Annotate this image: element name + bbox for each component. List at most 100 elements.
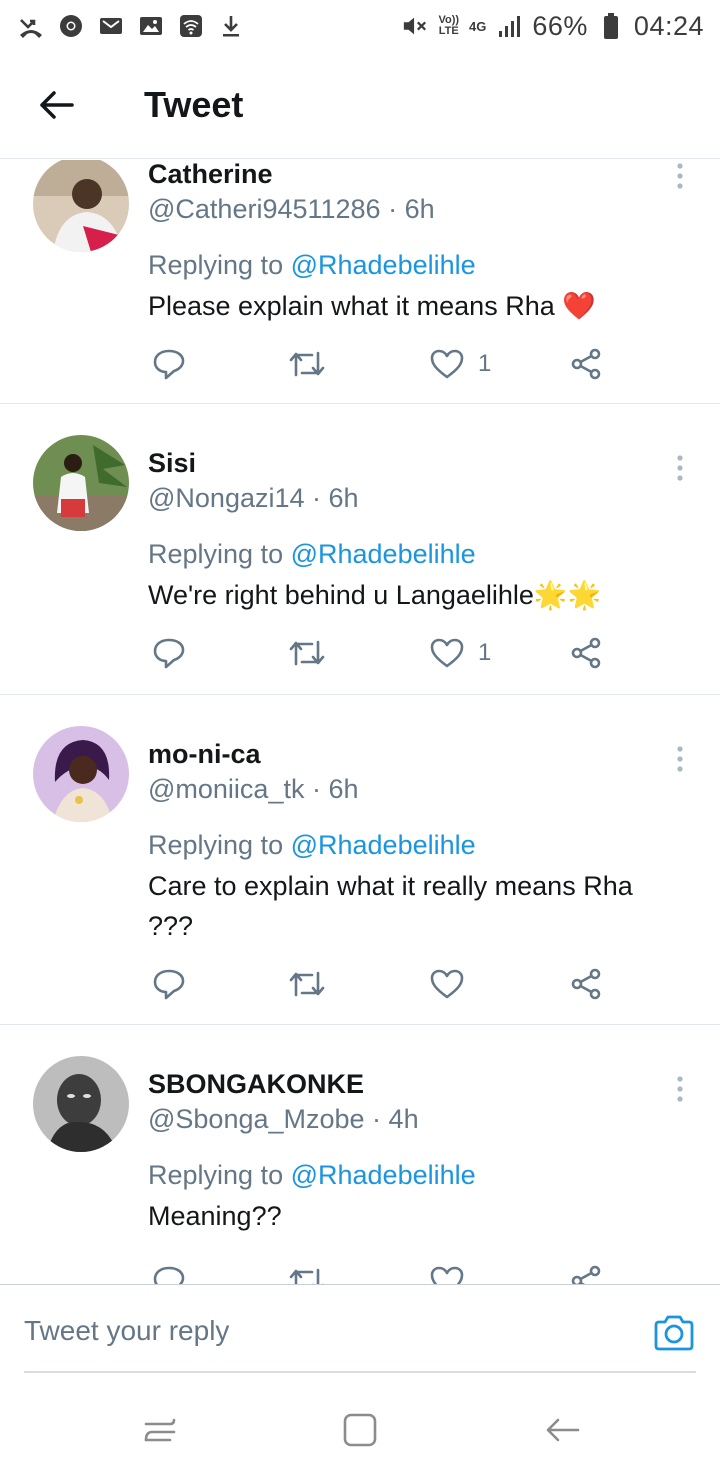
battery-icon	[598, 13, 624, 39]
reply-button[interactable]	[152, 633, 186, 673]
recent-apps-icon	[144, 1418, 176, 1442]
signal-icon	[496, 13, 522, 39]
heart-icon	[430, 638, 464, 668]
download-icon	[218, 13, 244, 39]
replying-to: Replying to @Rhadebelihle	[148, 1160, 476, 1190]
mention-link[interactable]: @Rhadebelihle	[291, 250, 476, 280]
avatar[interactable]	[33, 726, 129, 822]
avatar[interactable]	[33, 160, 129, 252]
share-icon	[571, 348, 601, 380]
tweet-text: We're right behind u Langaelihle🌟🌟	[148, 580, 602, 610]
share-button[interactable]	[570, 1261, 602, 1284]
retweet-icon	[289, 1268, 324, 1284]
reply-icon	[153, 1266, 185, 1284]
reply-button[interactable]	[152, 344, 186, 384]
status-bar: Vo)) LTE 4G 66% 04:24	[0, 0, 720, 52]
network-type-label: 4G	[469, 18, 487, 34]
volte-indicator: Vo)) LTE	[438, 14, 460, 37]
more-options-button[interactable]	[666, 160, 694, 196]
author-name[interactable]: mo-ni-ca	[148, 739, 261, 770]
retweet-icon	[289, 640, 325, 666]
mention-link[interactable]: @Rhadebelihle	[291, 539, 476, 569]
tweet-item[interactable]: SBONGAKONKE @Sbonga_Mzobe · 4h Replying …	[0, 1025, 720, 1284]
retweet-icon	[289, 971, 325, 997]
reply-icon	[153, 349, 185, 380]
tweet-text: Meaning??	[148, 1201, 282, 1231]
more-vertical-icon	[677, 1076, 683, 1102]
tweet-text: Care to explain what it really means Rha…	[148, 871, 633, 941]
author-name[interactable]: Sisi	[148, 448, 196, 479]
share-icon	[571, 1265, 601, 1284]
tweet-actions: 1	[148, 344, 618, 384]
heart-icon	[430, 349, 464, 379]
system-nav-bar	[0, 1378, 720, 1480]
reply-icon	[153, 638, 185, 669]
author-name[interactable]: SBONGAKONKE	[148, 1069, 364, 1100]
more-options-button[interactable]	[666, 1069, 694, 1109]
wifi-calling-icon	[178, 13, 204, 39]
heart-icon	[430, 1266, 464, 1284]
mute-icon	[402, 13, 428, 39]
reply-input[interactable]: Tweet your reply	[24, 1285, 696, 1373]
share-button[interactable]	[570, 344, 602, 384]
mention-link[interactable]: @Rhadebelihle	[291, 1160, 476, 1190]
like-count: 1	[478, 639, 492, 666]
tweet-item[interactable]: Sisi @Nongazi14 · 6h Replying to @Rhadeb…	[0, 404, 720, 695]
replying-to: Replying to @Rhadebelihle	[148, 539, 476, 569]
tweet-actions	[148, 1261, 618, 1284]
more-options-button[interactable]	[666, 739, 694, 779]
heart-icon	[430, 969, 464, 999]
tweet-text: Please explain what it means Rha ❤️	[148, 291, 596, 321]
reply-composer: Tweet your reply	[0, 1284, 720, 1376]
clock: 04:24	[633, 10, 704, 41]
camera-icon	[654, 1315, 694, 1351]
like-button[interactable]: 1	[430, 633, 491, 673]
tweet-actions: 1	[148, 633, 618, 673]
replies-feed[interactable]: Catherine @Catheri94511286 · 6h Replying…	[0, 160, 720, 1284]
retweet-button[interactable]	[288, 1261, 326, 1284]
gmail-icon	[98, 13, 124, 39]
system-indicators: Vo)) LTE 4G 66% 04:24	[402, 11, 704, 42]
back-button[interactable]	[26, 75, 86, 135]
back-arrow-icon	[546, 1418, 580, 1442]
avatar[interactable]	[33, 435, 129, 531]
author-name[interactable]: Catherine	[148, 160, 273, 190]
reply-input-placeholder: Tweet your reply	[24, 1315, 230, 1346]
avatar[interactable]	[33, 1056, 129, 1152]
mention-link[interactable]: @Rhadebelihle	[291, 830, 476, 860]
like-count: 1	[478, 350, 492, 377]
arrow-left-icon	[40, 91, 74, 119]
home-icon	[343, 1413, 377, 1447]
home-button[interactable]	[340, 1410, 380, 1450]
reply-button[interactable]	[152, 1261, 186, 1284]
retweet-icon	[289, 351, 325, 377]
back-nav-button[interactable]	[542, 1410, 582, 1450]
more-vertical-icon	[677, 455, 683, 481]
share-button[interactable]	[570, 633, 602, 673]
more-options-button[interactable]	[666, 448, 694, 488]
author-handle: @Sbonga_Mzobe · 4h	[148, 1104, 419, 1134]
more-vertical-icon	[677, 746, 683, 772]
camera-button[interactable]	[652, 1313, 696, 1353]
retweet-button[interactable]	[288, 633, 326, 673]
chrome-icon	[58, 13, 84, 39]
tweet-item[interactable]: Catherine @Catheri94511286 · 6h Replying…	[0, 160, 720, 404]
like-button[interactable]	[430, 964, 464, 1004]
gallery-icon	[138, 13, 164, 39]
like-button[interactable]	[430, 1261, 464, 1284]
tweet-item[interactable]: mo-ni-ca @moniica_tk · 6h Replying to @R…	[0, 695, 720, 1025]
replying-to: Replying to @Rhadebelihle	[148, 830, 476, 860]
like-button[interactable]: 1	[430, 344, 491, 384]
battery-percent: 66%	[532, 10, 588, 41]
reply-icon	[153, 969, 185, 1000]
recent-apps-button[interactable]	[140, 1410, 180, 1450]
retweet-button[interactable]	[288, 964, 326, 1004]
reply-button[interactable]	[152, 964, 186, 1004]
retweet-button[interactable]	[288, 344, 326, 384]
page-title: Tweet	[144, 84, 244, 125]
app-header: Tweet	[0, 52, 720, 159]
tweet-actions	[148, 964, 618, 1004]
notification-icons	[18, 13, 244, 39]
author-handle: @Catheri94511286 · 6h	[148, 194, 435, 224]
share-button[interactable]	[570, 964, 602, 1004]
